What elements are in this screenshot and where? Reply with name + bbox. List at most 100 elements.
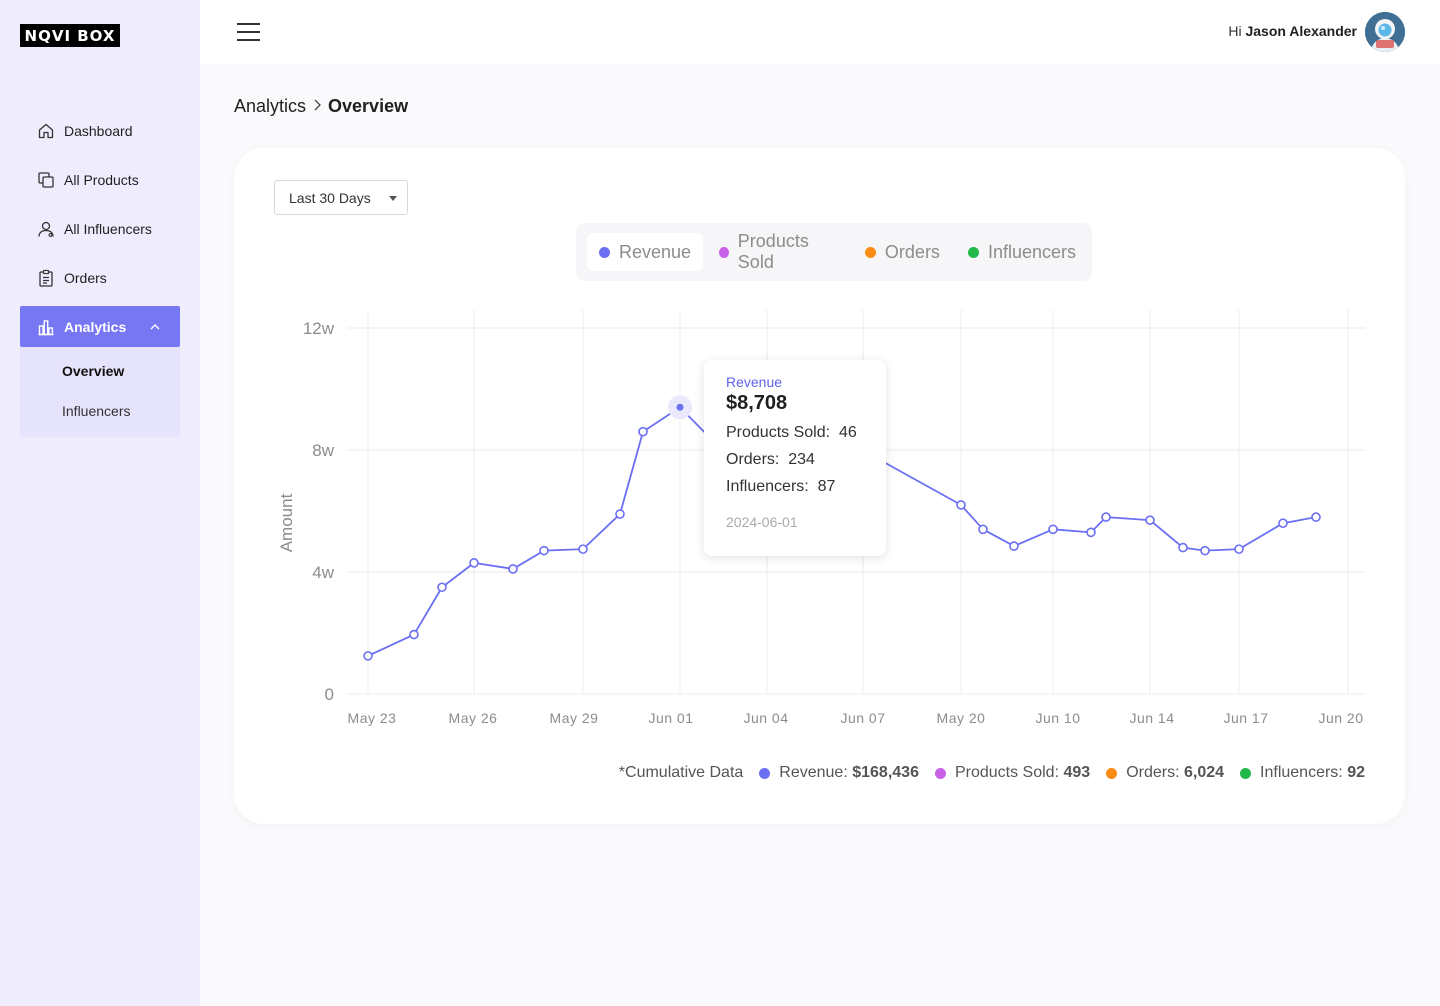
sidebar-nav: Dashboard All Products All Influencers O… (20, 110, 180, 437)
data-point (638, 426, 648, 437)
y-tick-label: 8w (312, 441, 334, 460)
cumulative-orders-label: Orders: (1126, 764, 1180, 781)
sidebar-item-label: All Influencers (64, 220, 152, 237)
x-tick-label: May 20 (937, 710, 986, 726)
data-point (578, 544, 588, 554)
data-point (363, 651, 373, 661)
home-icon (37, 122, 55, 140)
data-point (1009, 541, 1019, 551)
sidebar-item-label: Orders (64, 269, 107, 286)
sidebar-subitem-overview[interactable]: Overview (20, 351, 180, 391)
data-point (539, 545, 549, 556)
x-tick-label: May 23 (348, 710, 397, 726)
data-point (1086, 527, 1096, 538)
x-tick-label: Jun 20 (1318, 710, 1363, 726)
data-point (508, 564, 518, 574)
chevron-right-icon (313, 98, 321, 116)
greeting-text: Hi (1228, 23, 1242, 39)
sidebar-item-all-influencers[interactable]: All Influencers (20, 208, 180, 249)
cumulative-orders-value: 6,024 (1183, 764, 1225, 781)
user-icon (37, 220, 55, 238)
x-tick-label: Jun 10 (1035, 710, 1080, 726)
sidebar-item-analytics[interactable]: Analytics (20, 306, 180, 347)
tooltip-orders-value: 234 (788, 451, 815, 468)
data-point (409, 629, 419, 640)
cumulative-influencers-value: 92 (1347, 764, 1365, 781)
cumulative-influencers-label: Influencers: (1260, 764, 1343, 781)
sidebar-subitem-influencers[interactable]: Influencers (20, 391, 180, 431)
y-tick-label: 4w (312, 563, 334, 582)
data-point (676, 403, 684, 411)
analytics-card: Last 30 Days Revenue Products Sold Order… (234, 148, 1405, 824)
y-axis-title: Amount (277, 493, 296, 552)
x-tick-label: May 26 (449, 710, 498, 726)
user-name[interactable]: Jason Alexander (1245, 23, 1357, 39)
x-tick-label: Jun 07 (840, 710, 885, 726)
sidebar-item-orders[interactable]: Orders (20, 257, 180, 298)
tooltip-value: $8,708 (726, 392, 788, 414)
tooltip-title: Revenue (726, 374, 783, 390)
sidebar-item-all-products[interactable]: All Products (20, 159, 180, 200)
tooltip-influencers-value: 87 (817, 478, 836, 495)
legend-dot (1106, 767, 1118, 779)
cumulative-orders: Orders: 6,024 (1106, 764, 1224, 782)
bar-chart-icon (37, 318, 55, 336)
sidebar-item-label: Analytics (64, 318, 127, 335)
data-point (1234, 544, 1244, 554)
x-tick-label: May 29 (550, 710, 599, 726)
data-point (1200, 545, 1210, 556)
brand-logo[interactable]: NQVI BOX (20, 24, 120, 47)
data-point (956, 500, 966, 510)
sidebar-item-label: All Products (64, 171, 139, 188)
x-tick-label: Jun 17 (1223, 710, 1268, 726)
top-header: Hi Jason Alexander (200, 0, 1440, 64)
cumulative-products-sold-label: Products Sold: (954, 764, 1060, 781)
data-point (1048, 524, 1058, 535)
data-point (978, 524, 988, 535)
x-tick-label: Jun 01 (648, 710, 693, 726)
sidebar-item-dashboard[interactable]: Dashboard (20, 110, 180, 151)
sidebar-item-label: Dashboard (64, 122, 133, 139)
legend-dot (759, 767, 771, 779)
cumulative-products-sold-value: 493 (1063, 764, 1091, 781)
tooltip-orders: Orders: 234 (726, 451, 864, 469)
cumulative-revenue-value: $168,436 (852, 764, 919, 781)
tooltip-products-sold-label: Products Sold: (726, 424, 831, 441)
tooltip-date: 2024-06-01 (726, 514, 798, 530)
breadcrumb: Analytics Overview (234, 96, 408, 117)
data-point (1145, 515, 1155, 525)
data-point (1178, 542, 1188, 553)
breadcrumb-parent[interactable]: Analytics (234, 96, 306, 117)
cumulative-revenue-label: Revenue: (779, 764, 848, 781)
cumulative-label: *Cumulative Data (618, 764, 744, 781)
user-greeting: Hi Jason Alexander (1228, 23, 1357, 39)
cumulative-products-sold: Products Sold: 493 (934, 764, 1091, 782)
cumulative-revenue: Revenue: $168,436 (759, 764, 919, 782)
tooltip-products-sold-value: 46 (838, 424, 857, 441)
avatar[interactable] (1365, 12, 1405, 52)
data-point (1311, 512, 1321, 522)
breadcrumb-current: Overview (328, 96, 409, 116)
chevron-up-icon[interactable] (150, 322, 160, 332)
y-tick-label: 12w (303, 319, 335, 338)
tooltip-influencers: Influencers: 87 (726, 478, 864, 496)
tooltip-orders-label: Orders: (726, 451, 780, 468)
tooltip-influencers-label: Influencers: (726, 478, 809, 495)
legend-dot (1240, 767, 1252, 779)
cumulative-influencers: Influencers: 92 (1240, 764, 1365, 782)
y-tick-label: 0 (325, 685, 334, 704)
data-point (1278, 518, 1288, 529)
legend-dot (934, 767, 946, 779)
cumulative-summary: *Cumulative Data Revenue: $168,436 Produ… (619, 764, 1365, 782)
menu-icon[interactable] (237, 22, 261, 42)
data-point (469, 558, 479, 568)
data-point (437, 582, 447, 593)
x-tick-label: Jun 04 (743, 710, 788, 726)
products-icon (37, 171, 55, 189)
tooltip-products-sold: Products Sold: 46 (726, 424, 864, 442)
sidebar: NQVI BOX Dashboard All Products All Infl… (0, 0, 200, 1006)
data-point (1101, 512, 1111, 522)
chart-tooltip: Revenue $8,708 Products Sold: 46 Orders:… (704, 360, 886, 556)
data-point (615, 509, 625, 519)
analytics-submenu: Overview Influencers (20, 347, 180, 437)
